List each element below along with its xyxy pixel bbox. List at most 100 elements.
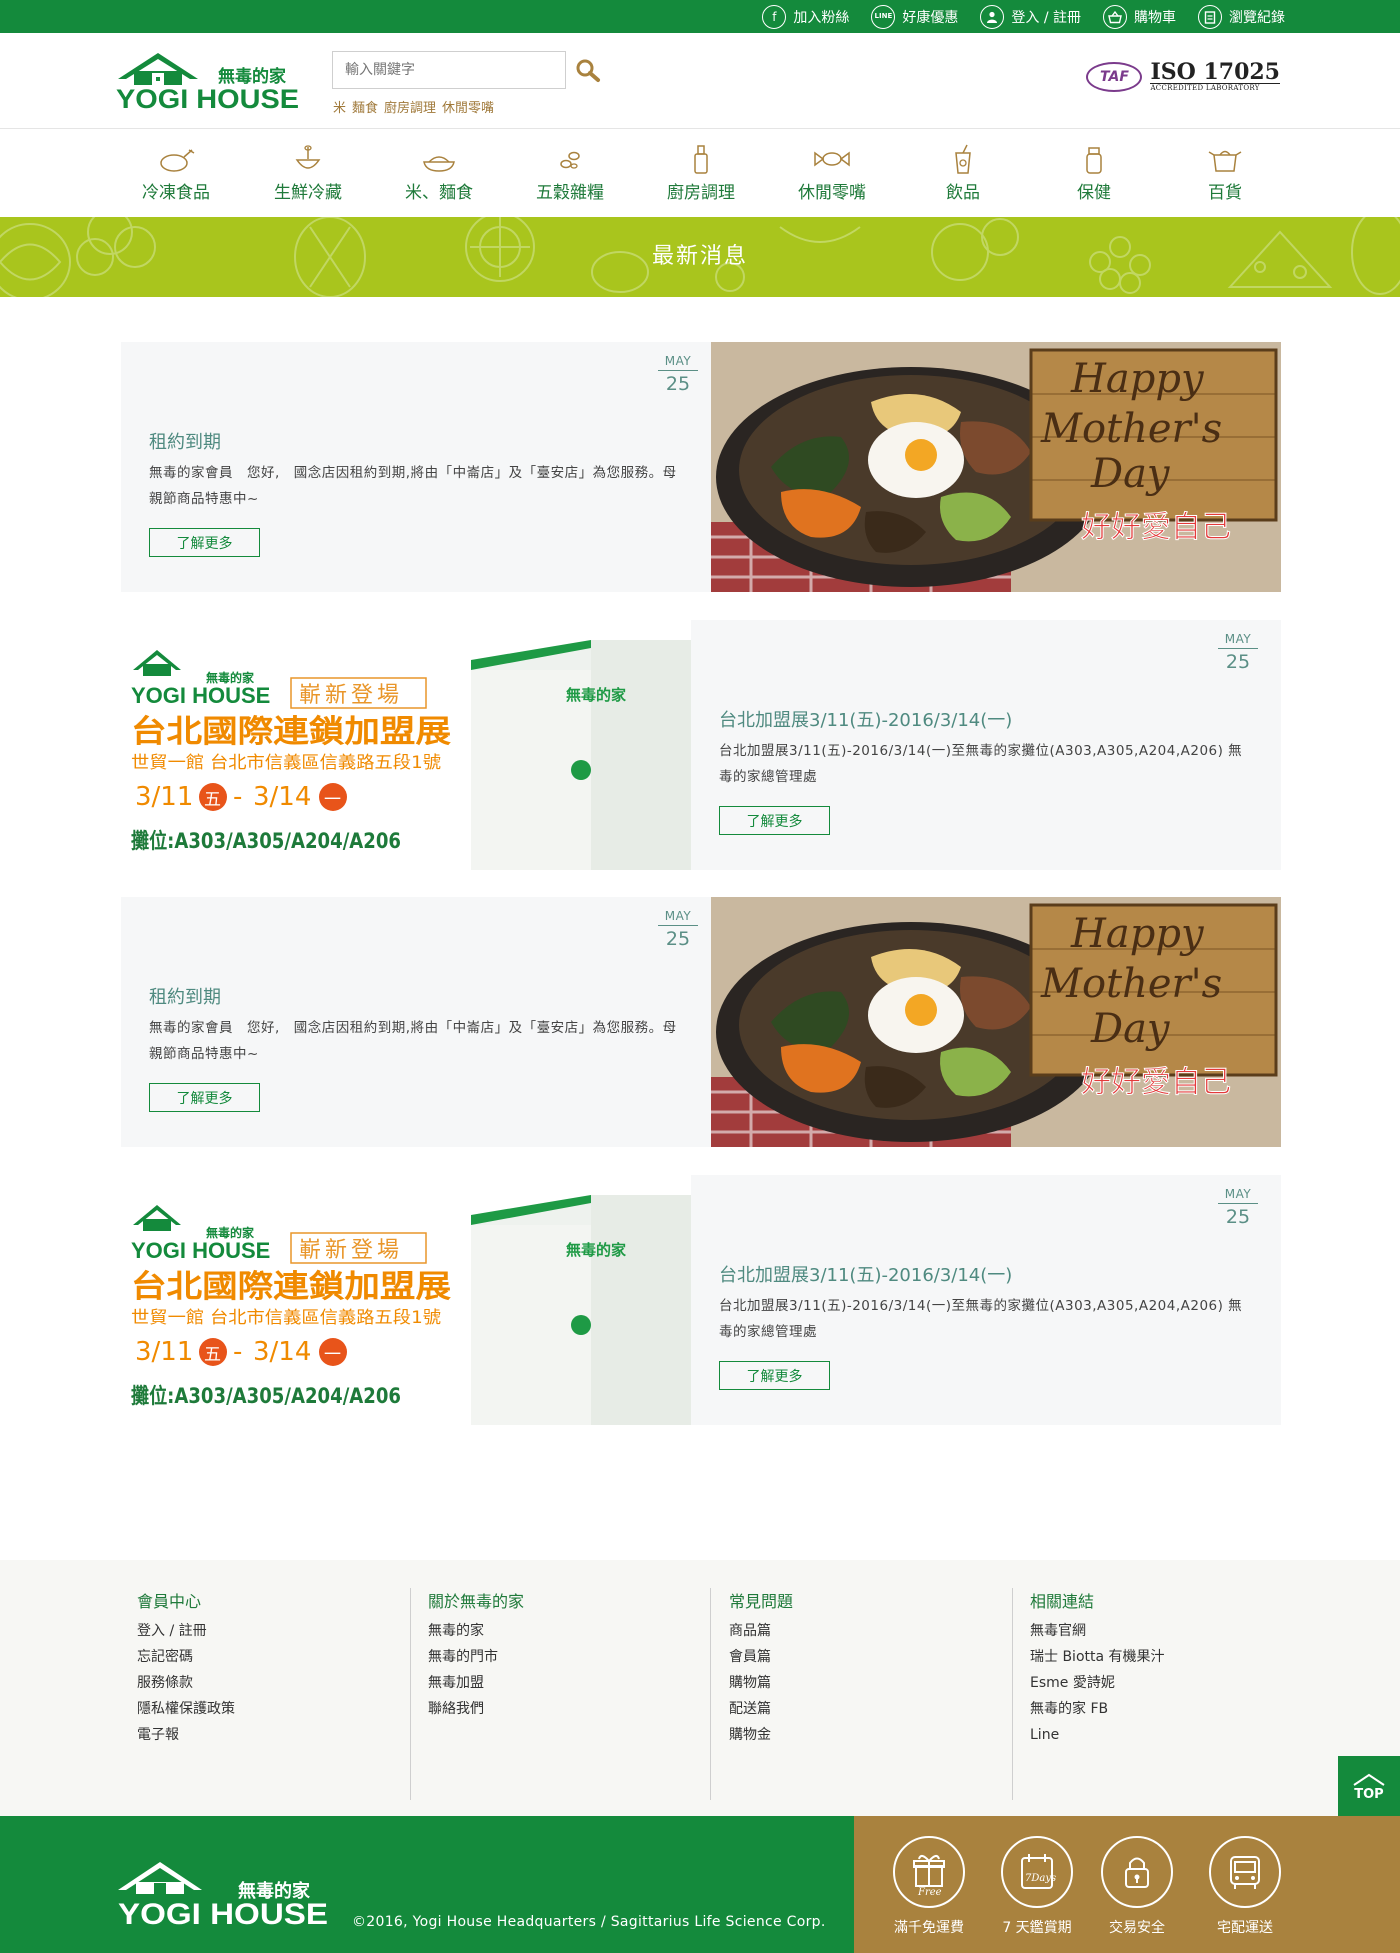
- category-fresh-chilled[interactable]: 生鮮冷藏: [248, 144, 368, 203]
- category-label: 冷凍食品: [142, 183, 210, 203]
- news-item: 無毒的家 無毒的家 YOGI HOUSE 嶄新登場 台北國際連鎖加盟展 世貿一館…: [121, 620, 1281, 870]
- category-frozen-food[interactable]: 冷凍食品: [116, 144, 236, 203]
- news-title[interactable]: 台北加盟展3/11(五)-2016/3/14(一): [719, 706, 1012, 732]
- footer-link[interactable]: 無毒的門市: [428, 1644, 710, 1670]
- bowl-spoon-icon: [295, 145, 321, 169]
- news-text-panel: MAY 25 租約到期 無毒的家會員 您好, 國念店因租約到期,將由「中崙店」及…: [121, 342, 711, 592]
- expo-date-end: 3/14: [253, 782, 311, 812]
- footer-logo: 無毒的家 YOGI HOUSE: [118, 1856, 330, 1931]
- hot-tag[interactable]: 麵食: [352, 97, 378, 116]
- mothers-day-image[interactable]: Happy Mother's Day 好好愛自己: [711, 897, 1281, 1147]
- service-label: 7 天鑑賞期: [1002, 1920, 1072, 1936]
- category-kitchen-seasoning[interactable]: 廚房調理: [641, 144, 761, 203]
- category-general-goods[interactable]: 百貨: [1165, 144, 1285, 203]
- footer-link[interactable]: 服務條款: [137, 1670, 410, 1696]
- mothers-day-line3: Day: [1090, 451, 1171, 497]
- chicken-icon: [160, 149, 195, 172]
- footer-column-member: 會員中心 登入 / 註冊 忘記密碼 服務條款 隱私權保護政策 電子報: [120, 1588, 410, 1800]
- mothers-day-line2: Mother's: [1040, 406, 1222, 452]
- iso-certification-badge: TAF ISO 17025 ACCREDITED LABORATORY: [1086, 61, 1280, 92]
- join-fans-label: 加入粉絲: [793, 9, 850, 26]
- read-more-button[interactable]: 了解更多: [719, 1361, 830, 1390]
- login-register-link[interactable]: 登入 / 註冊: [980, 4, 1081, 29]
- footer-link[interactable]: 電子報: [137, 1722, 410, 1748]
- category-grains[interactable]: 五穀雜糧: [510, 144, 630, 203]
- expo-store-sign: 無毒的家: [566, 686, 626, 704]
- news-title[interactable]: 租約到期: [149, 983, 221, 1009]
- footer-link[interactable]: 會員篇: [729, 1644, 1012, 1670]
- free-badge-text: Free: [917, 1887, 942, 1896]
- news-day: 25: [1225, 651, 1251, 673]
- footer-link[interactable]: 登入 / 註冊: [137, 1618, 410, 1644]
- footer-link[interactable]: 聯絡我們: [428, 1696, 710, 1722]
- hot-tag[interactable]: 米: [333, 97, 346, 116]
- copyright-text: ©2016, Yogi House Headquarters / Sagitta…: [352, 1914, 826, 1930]
- franchise-expo-image[interactable]: 無毒的家 無毒的家 YOGI HOUSE 嶄新登場 台北國際連鎖加盟展 世貿一館…: [121, 620, 691, 870]
- service-label: 宅配運送: [1217, 1920, 1273, 1936]
- footer-link[interactable]: 無毒加盟: [428, 1670, 710, 1696]
- footer-link[interactable]: 購物金: [729, 1722, 1012, 1748]
- footer-link[interactable]: Esme 愛詩妮: [1030, 1670, 1262, 1696]
- search-input[interactable]: [333, 52, 565, 88]
- chevron-up-icon: [1353, 1773, 1385, 1786]
- category-snacks[interactable]: 休閒零嘴: [772, 144, 892, 203]
- bottom-bar: 無毒的家 YOGI HOUSE ©2016, Yogi House Headqu…: [0, 1816, 1400, 1953]
- mothers-day-cn: 好好愛自己: [1081, 510, 1231, 545]
- footer-column-title: 常見問題: [729, 1592, 794, 1611]
- expo-title: 台北國際連鎖加盟展: [131, 714, 451, 750]
- deals-link[interactable]: LINE 好康優惠: [871, 4, 958, 29]
- footer-link[interactable]: 配送篇: [729, 1696, 1012, 1722]
- footer-link[interactable]: 隱私權保護政策: [137, 1696, 410, 1722]
- category-label: 廚房調理: [667, 183, 735, 203]
- expo-date-end: 3/14: [253, 1337, 311, 1367]
- footer-link[interactable]: 商品篇: [729, 1618, 1012, 1644]
- category-health[interactable]: 保健: [1034, 144, 1154, 203]
- mothers-day-line2: Mother's: [1040, 961, 1222, 1007]
- iso-title: ISO 17025: [1150, 59, 1280, 85]
- news-title[interactable]: 租約到期: [149, 428, 221, 454]
- expo-weekday-start: 五: [204, 790, 221, 810]
- footer-link[interactable]: 購物篇: [729, 1670, 1012, 1696]
- rice-icon: [423, 156, 455, 172]
- back-to-top-button[interactable]: TOP: [1338, 1756, 1400, 1818]
- read-more-button[interactable]: 了解更多: [719, 806, 830, 835]
- category-label: 米、麵食: [405, 183, 473, 203]
- history-link[interactable]: 瀏覽紀錄: [1198, 4, 1285, 29]
- footer-link[interactable]: Line: [1030, 1722, 1262, 1748]
- hot-tag[interactable]: 休閒零嘴: [442, 97, 494, 116]
- cart-link[interactable]: 購物車: [1103, 4, 1176, 29]
- home-delivery-badge: 宅配運送: [1195, 1836, 1295, 1937]
- category-rice-noodles[interactable]: 米、麵食: [379, 144, 499, 203]
- back-to-top-label: TOP: [1354, 1786, 1384, 1802]
- news-month: MAY: [1218, 632, 1258, 649]
- join-fans-link[interactable]: f 加入粉絲: [762, 4, 850, 29]
- expo-booth: 攤位:A303/A305/A204/A206: [131, 1384, 401, 1408]
- drink-icon: [955, 144, 971, 174]
- read-more-button[interactable]: 了解更多: [149, 1083, 260, 1112]
- history-label: 瀏覽紀錄: [1229, 9, 1285, 26]
- mothers-day-image[interactable]: Happy Mother's Day 好好愛自己: [711, 342, 1281, 592]
- expo-weekday-end: 一: [324, 1345, 341, 1365]
- gift-free-icon: Free: [893, 1836, 965, 1908]
- expo-date-start: 3/11: [135, 782, 193, 812]
- news-text-panel: MAY 25 台北加盟展3/11(五)-2016/3/14(一) 台北加盟展3/…: [691, 620, 1281, 870]
- footer-link[interactable]: 無毒的家: [428, 1618, 710, 1644]
- footer-link[interactable]: 無毒官網: [1030, 1618, 1262, 1644]
- read-more-button[interactable]: 了解更多: [149, 528, 260, 557]
- footer-link[interactable]: 瑞士 Biotta 有機果汁: [1030, 1644, 1262, 1670]
- footer-link[interactable]: 忘記密碼: [137, 1644, 410, 1670]
- search-button[interactable]: [574, 57, 602, 85]
- lock-icon: [1101, 1836, 1173, 1908]
- footer-links: 會員中心 登入 / 註冊 忘記密碼 服務條款 隱私權保護政策 電子報 關於無毒的…: [0, 1560, 1400, 1816]
- news-day: 25: [665, 373, 691, 395]
- news-title[interactable]: 台北加盟展3/11(五)-2016/3/14(一): [719, 1261, 1012, 1287]
- bus-icon: [1209, 1836, 1281, 1908]
- top-bar: f 加入粉絲 LINE 好康優惠 登入 / 註冊 購物車 瀏覽紀錄: [0, 0, 1400, 33]
- footer-column-related: 相關連結 無毒官網 瑞士 Biotta 有機果汁 Esme 愛詩妮 無毒的家 F…: [1012, 1588, 1262, 1800]
- category-drinks[interactable]: 飲品: [903, 144, 1023, 203]
- hot-tag[interactable]: 廚房調理: [384, 97, 436, 116]
- footer-link[interactable]: 無毒的家 FB: [1030, 1696, 1262, 1722]
- news-date: MAY 25: [658, 354, 698, 395]
- yogi-house-logo[interactable]: 無毒的家 YOGI HOUSE: [116, 49, 301, 114]
- franchise-expo-image[interactable]: 無毒的家 無毒的家 YOGI HOUSE 嶄新登場 台北國際連鎖加盟展 世貿一館…: [121, 1175, 691, 1425]
